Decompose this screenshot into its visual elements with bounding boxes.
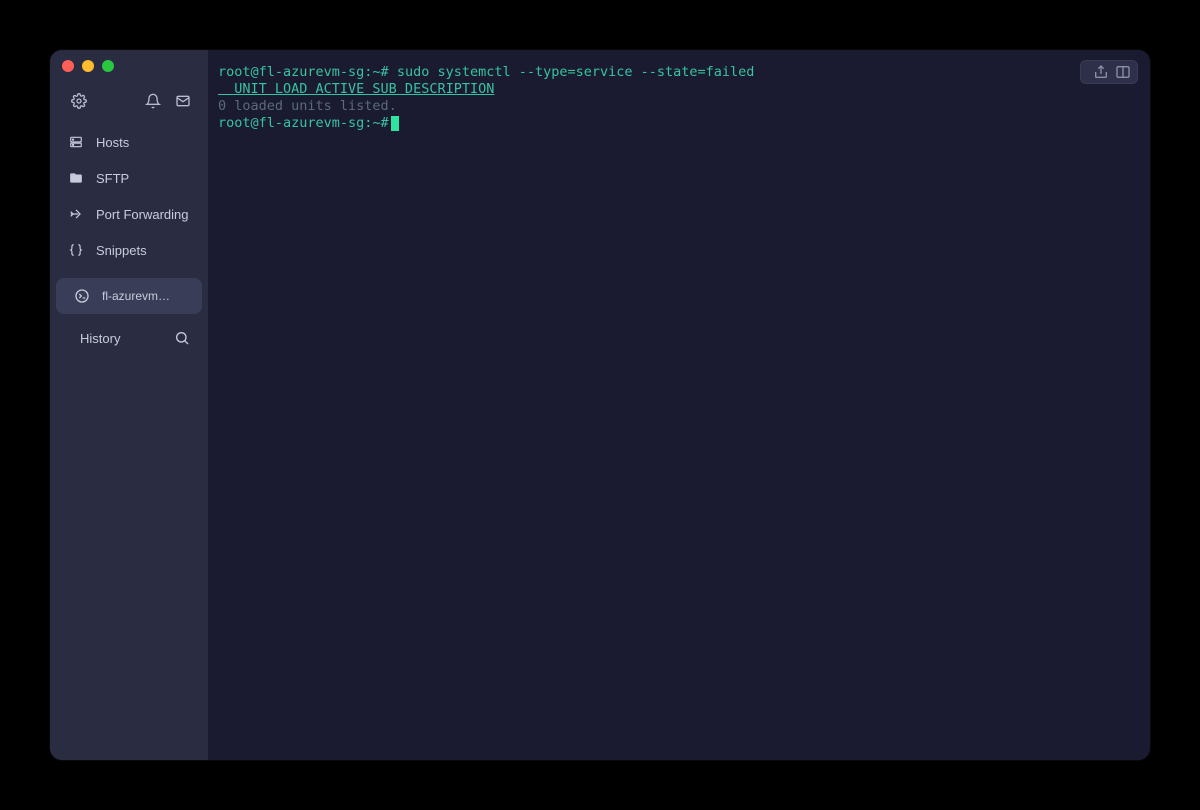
sidebar-item-snippets[interactable]: Snippets [50, 232, 208, 268]
sidebar-item-label: Hosts [96, 135, 129, 150]
sidebar-item-hosts[interactable]: Hosts [50, 124, 208, 160]
forward-icon [68, 206, 84, 222]
braces-icon [68, 242, 84, 258]
close-window-button[interactable] [62, 60, 74, 72]
terminal-line: root@fl-azurevm-sg:~# [218, 115, 1140, 132]
sidebar-nav: Hosts SFTP Port Forwarding Snippets [50, 120, 208, 272]
search-icon[interactable] [174, 330, 190, 346]
sidebar-item-label: Port Forwarding [96, 207, 188, 222]
settings-icon[interactable] [70, 92, 88, 110]
sidebar-item-sftp[interactable]: SFTP [50, 160, 208, 196]
output-text: 0 loaded units listed. [218, 98, 397, 114]
terminal-pane[interactable]: root@fl-azurevm-sg:~# sudo systemctl --t… [208, 50, 1150, 760]
terminal-line: UNIT LOAD ACTIVE SUB DESCRIPTION [218, 81, 1140, 98]
terminal-line: root@fl-azurevm-sg:~# sudo systemctl --t… [218, 64, 1140, 81]
sidebar-item-port-forwarding[interactable]: Port Forwarding [50, 196, 208, 232]
sidebar-item-label: Snippets [96, 243, 147, 258]
shell-command: sudo systemctl --type=service --state=fa… [389, 64, 755, 80]
notifications-icon[interactable] [144, 92, 162, 110]
terminal-cursor [391, 116, 399, 131]
share-icon[interactable] [1093, 64, 1109, 80]
folder-icon [68, 170, 84, 186]
sidebar: Hosts SFTP Port Forwarding Snippets [50, 50, 208, 760]
sidebar-item-label: SFTP [96, 171, 129, 186]
minimize-window-button[interactable] [82, 60, 94, 72]
app-window: Hosts SFTP Port Forwarding Snippets [50, 50, 1150, 760]
output-header: UNIT LOAD ACTIVE SUB DESCRIPTION [218, 81, 494, 97]
hosts-icon [68, 134, 84, 150]
window-controls [50, 50, 208, 78]
sidebar-item-history[interactable]: History [50, 320, 208, 356]
sidebar-session-tab[interactable]: fl-azurevm… [56, 278, 202, 314]
mail-icon[interactable] [174, 92, 192, 110]
split-pane-icon[interactable] [1115, 64, 1131, 80]
sidebar-item-label: History [80, 331, 120, 346]
terminal-session-icon [74, 288, 90, 304]
shell-prompt: root@fl-azurevm-sg:~# [218, 64, 389, 80]
terminal-toolbar [1080, 60, 1138, 84]
terminal-line: 0 loaded units listed. [218, 98, 1140, 115]
sidebar-top-icons [50, 78, 208, 120]
maximize-window-button[interactable] [102, 60, 114, 72]
shell-prompt: root@fl-azurevm-sg:~# [218, 115, 389, 131]
session-label: fl-azurevm… [102, 289, 170, 303]
